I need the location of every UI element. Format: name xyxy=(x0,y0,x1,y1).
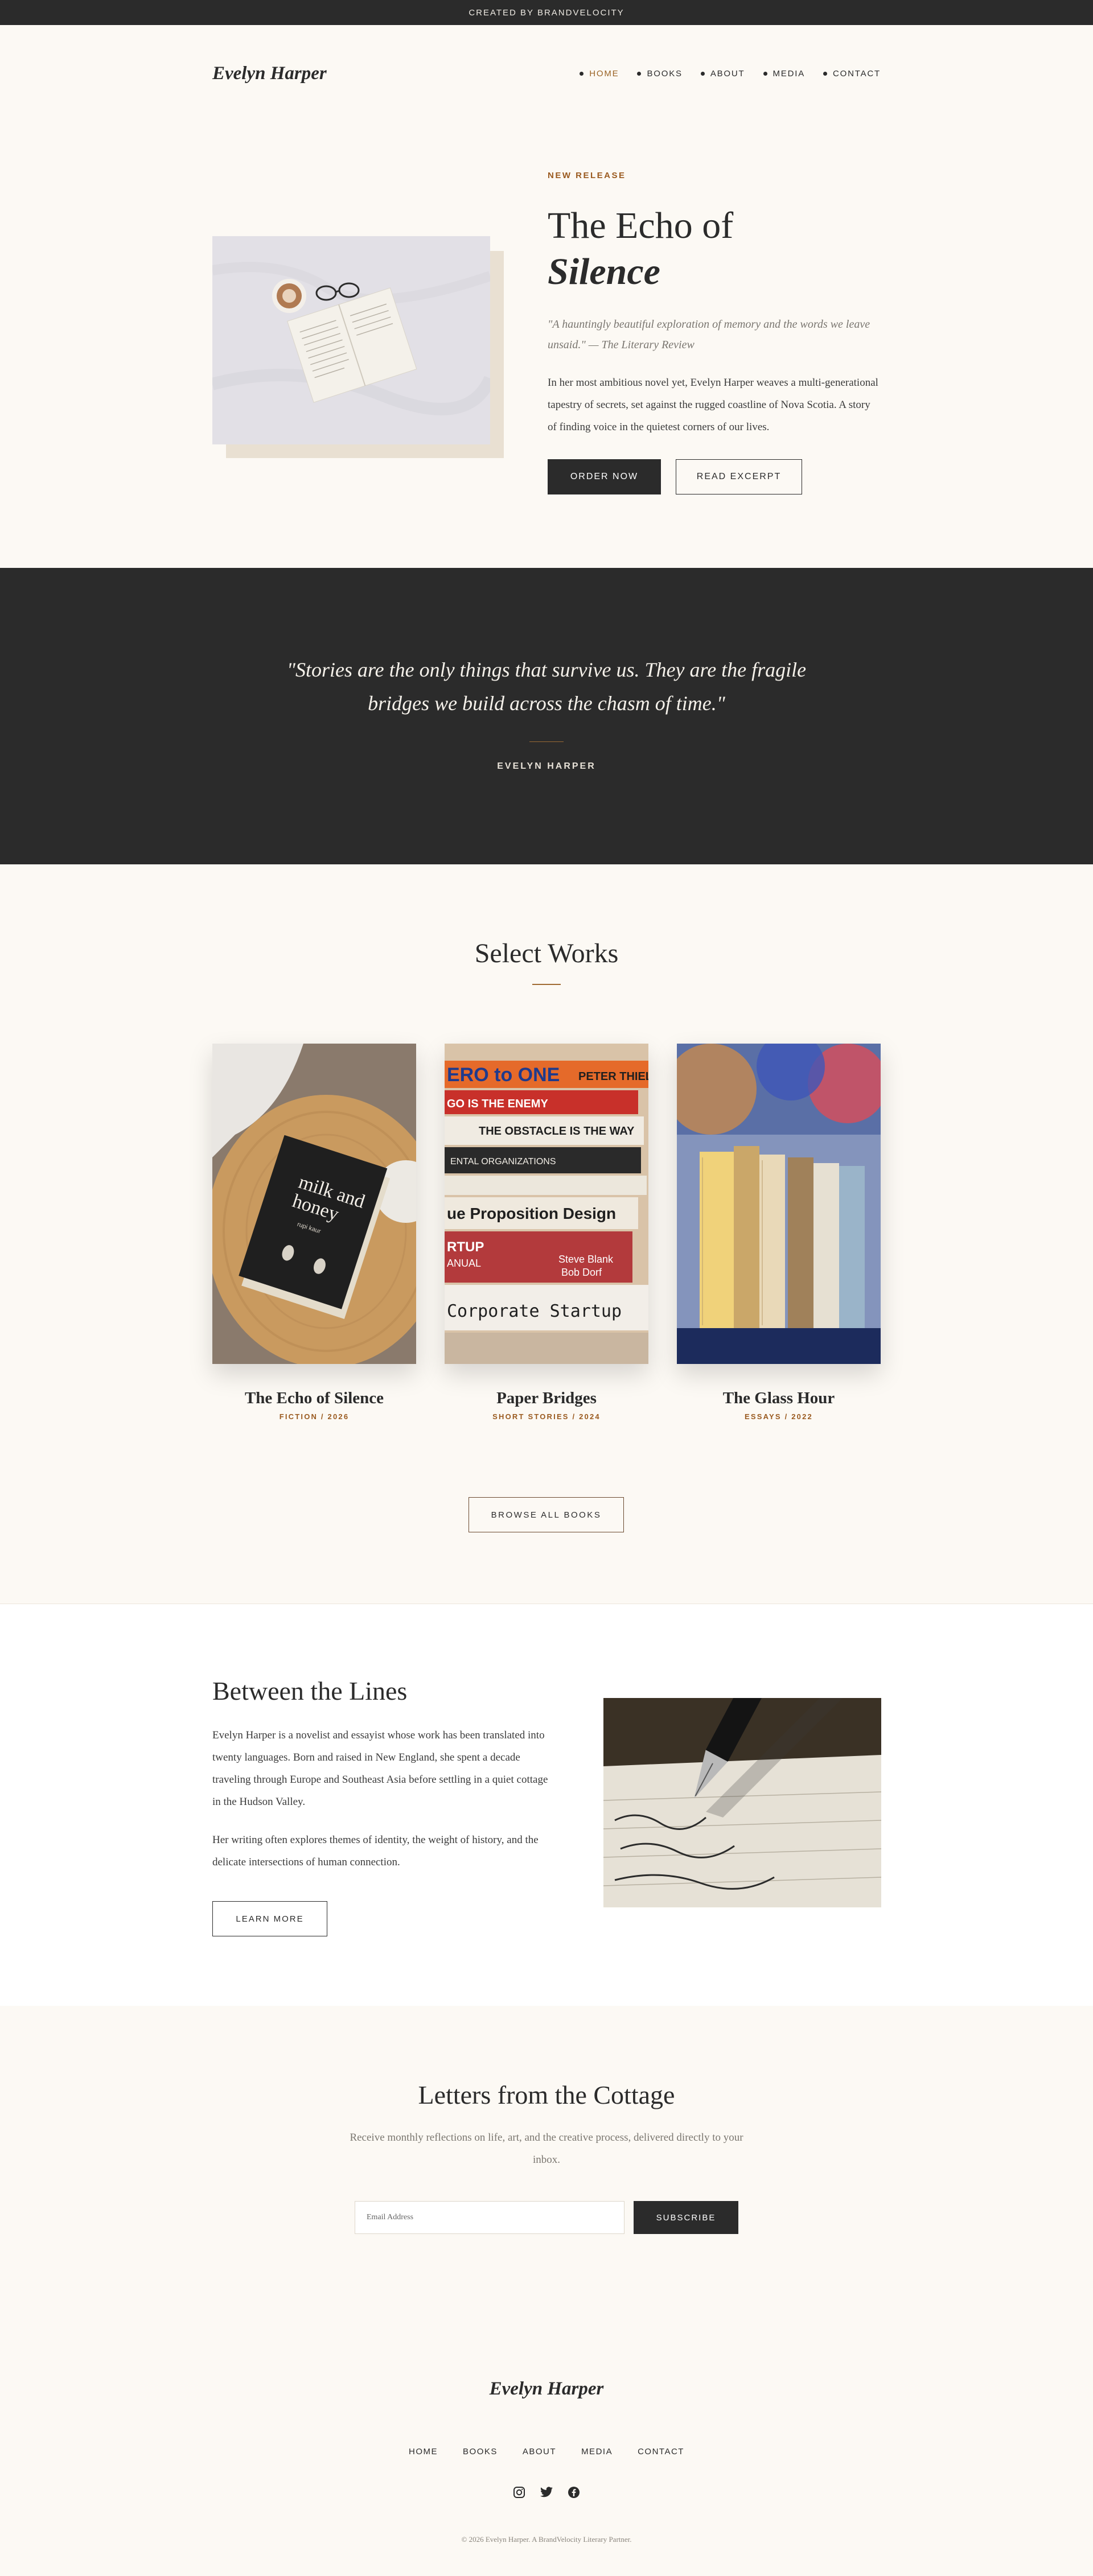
instagram-icon[interactable] xyxy=(512,2485,527,2500)
footer-nav-about[interactable]: ABOUT xyxy=(523,2447,556,2457)
hero-review-quote: "A hauntingly beautiful exploration of m… xyxy=(548,318,870,352)
book-meta: SHORT STORIES / 2024 xyxy=(492,1412,601,1421)
svg-text:Bob Dorf: Bob Dorf xyxy=(561,1267,602,1278)
svg-text:Steve Blank: Steve Blank xyxy=(558,1254,614,1265)
works-section: Select Works milk and honey rupi kaur Th… xyxy=(0,864,1093,1604)
quote-author: EVELYN HARPER xyxy=(497,761,596,771)
hero-title-line1: The Echo of xyxy=(548,205,734,246)
browse-all-books-button[interactable]: BROWSE ALL BOOKS xyxy=(469,1497,624,1532)
footer-nav-books[interactable]: BOOKS xyxy=(463,2447,498,2457)
book-cover-image[interactable]: ERO to ONE PETER THIEL GO IS THE ENEMY T… xyxy=(445,1044,648,1364)
book-card[interactable]: ERO to ONE PETER THIEL GO IS THE ENEMY T… xyxy=(445,1044,648,1421)
svg-text:Corporate Startup: Corporate Startup xyxy=(447,1301,622,1321)
about-paragraph: Evelyn Harper is a novelist and essayist… xyxy=(212,1729,548,1808)
footer-logo[interactable]: Evelyn Harper xyxy=(0,2379,1093,2400)
svg-text:PETER THIEL: PETER THIEL xyxy=(578,1070,648,1083)
svg-text:ANUAL: ANUAL xyxy=(447,1258,481,1269)
newsletter-title: Letters from the Cottage xyxy=(418,2080,675,2109)
newsletter-form: Email Address SUBSCRIBE xyxy=(355,2201,738,2234)
book-meta: FICTION / 2026 xyxy=(279,1412,350,1421)
about-image xyxy=(603,1698,881,1907)
svg-text:ERO to ONE: ERO to ONE xyxy=(447,1064,560,1086)
svg-text:ENTAL ORGANIZATIONS: ENTAL ORGANIZATIONS xyxy=(450,1157,556,1167)
subscribe-button[interactable]: SUBSCRIBE xyxy=(634,2201,738,2234)
hero-title-line2: Silence xyxy=(548,250,660,292)
book-card[interactable]: milk and honey rupi kaur The Echo of Sil… xyxy=(212,1044,416,1421)
newsletter-section: Letters from the Cottage Receive monthly… xyxy=(0,2006,1093,2305)
book-card[interactable]: The Glass Hour ESSAYS / 2022 xyxy=(677,1044,881,1421)
about-section: Between the Lines Evelyn Harper is a nov… xyxy=(0,1604,1093,2006)
email-field[interactable]: Email Address xyxy=(355,2201,624,2234)
hero-content: NEW RELEASE The Echo of Silence "A haunt… xyxy=(548,171,881,494)
book-title[interactable]: Paper Bridges xyxy=(445,1389,648,1408)
svg-text:GO IS THE ENEMY: GO IS THE ENEMY xyxy=(447,1098,548,1110)
learn-more-button[interactable]: LEARN MORE xyxy=(212,1901,327,1936)
footer-nav-media[interactable]: MEDIA xyxy=(581,2447,613,2457)
read-excerpt-button[interactable]: READ EXCERPT xyxy=(676,459,802,494)
page-body: NEW RELEASE The Echo of Silence "A haunt… xyxy=(0,0,1093,2576)
footer-nav-contact[interactable]: CONTACT xyxy=(638,2447,684,2457)
twitter-icon[interactable] xyxy=(539,2485,554,2500)
site-footer: Evelyn Harper HOME BOOKS ABOUT MEDIA CON… xyxy=(0,2305,1093,2576)
author-quote: "Stories are the only things that surviv… xyxy=(286,658,807,715)
order-now-button[interactable]: ORDER NOW xyxy=(548,459,661,494)
facebook-icon[interactable] xyxy=(566,2485,581,2500)
about-paragraph: Her writing often explores themes of ide… xyxy=(212,1834,539,1868)
new-release-label: NEW RELEASE xyxy=(548,171,626,180)
copyright-text: © 2026 Evelyn Harper. A BrandVelocity Li… xyxy=(461,2535,632,2544)
quote-divider xyxy=(529,741,564,742)
newsletter-subtitle: Receive monthly reflections on life, art… xyxy=(350,2132,743,2166)
about-title: Between the Lines xyxy=(212,1676,408,1705)
svg-text:ue Proposition Design: ue Proposition Design xyxy=(447,1205,616,1222)
works-title-rule xyxy=(532,984,561,985)
book-cover-image[interactable] xyxy=(677,1044,881,1364)
social-links xyxy=(0,2485,1093,2500)
footer-nav: HOME BOOKS ABOUT MEDIA CONTACT xyxy=(0,2447,1093,2457)
book-title[interactable]: The Echo of Silence xyxy=(212,1389,416,1408)
works-title: Select Works xyxy=(474,938,619,968)
svg-text:RTUP: RTUP xyxy=(447,1239,484,1255)
hero-title: The Echo of Silence xyxy=(548,203,881,295)
svg-text:THE OBSTACLE IS THE WAY: THE OBSTACLE IS THE WAY xyxy=(479,1125,635,1137)
quote-section: "Stories are the only things that surviv… xyxy=(0,568,1093,864)
hero-buttons: ORDER NOW READ EXCERPT xyxy=(548,459,881,494)
hero-image xyxy=(212,236,490,444)
book-meta: ESSAYS / 2022 xyxy=(745,1412,813,1421)
book-cover-image[interactable]: milk and honey rupi kaur xyxy=(212,1044,416,1364)
book-title[interactable]: The Glass Hour xyxy=(677,1389,881,1408)
hero-description: In her most ambitious novel yet, Evelyn … xyxy=(548,377,878,433)
footer-nav-home[interactable]: HOME xyxy=(409,2447,438,2457)
